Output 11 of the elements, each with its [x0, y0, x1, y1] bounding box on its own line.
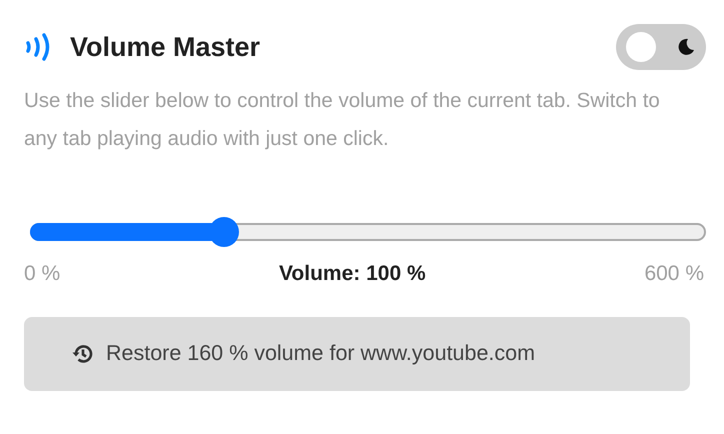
restore-button[interactable]: Restore 160 % volume for www.youtube.com [24, 316, 690, 390]
app-title: Volume Master [70, 34, 260, 60]
min-label: 0 % [24, 261, 60, 287]
volume-reading: Volume: 100 % [278, 261, 426, 287]
dark-mode-toggle[interactable] [616, 24, 706, 70]
moon-icon [676, 37, 696, 57]
description: Use the slider below to control the volume of the current tab. Switch to any tab playing audio with just one click. [24, 88, 661, 152]
volume-slider[interactable] [30, 216, 706, 248]
max-label: 600 % [644, 261, 704, 287]
slider-thumb[interactable] [209, 217, 239, 247]
history-icon [72, 342, 94, 364]
